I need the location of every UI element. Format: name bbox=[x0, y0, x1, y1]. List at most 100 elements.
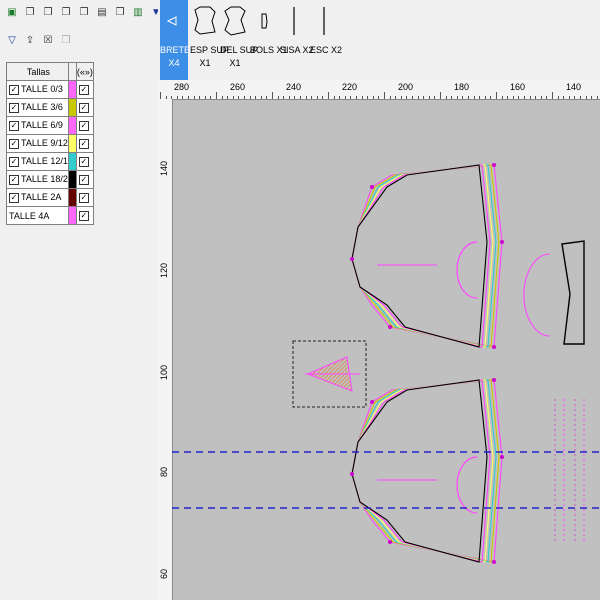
copy-file-icon[interactable]: ❐ bbox=[58, 33, 74, 49]
piece-del-sup[interactable]: DEL SUP X1 bbox=[220, 0, 258, 80]
green-file-icon[interactable]: ▥ bbox=[130, 5, 146, 21]
size-name[interactable]: ✓ TALLE 9/12 bbox=[6, 134, 69, 153]
size-color-swatch[interactable] bbox=[67, 188, 77, 207]
size-checkbox[interactable]: ✓ bbox=[9, 120, 19, 131]
ruler-label: 160 bbox=[510, 82, 526, 92]
size-row[interactable]: ✓ TALLE 12/1 ✓ bbox=[6, 152, 94, 171]
pattern-drawing[interactable] bbox=[172, 99, 600, 600]
size-visible-toggle[interactable]: ✓ bbox=[75, 80, 94, 99]
size-checkbox[interactable]: ✓ bbox=[9, 102, 19, 113]
visible-checkbox[interactable]: ✓ bbox=[78, 138, 89, 149]
size-color-swatch[interactable] bbox=[67, 152, 77, 171]
pattern-node[interactable] bbox=[492, 345, 496, 349]
pattern-canvas[interactable]: 280 260 240 220 200 180 160 140 140 120 100 80 60 bbox=[158, 80, 600, 600]
size-checkbox[interactable]: ✓ bbox=[9, 138, 19, 149]
pattern-node[interactable] bbox=[370, 185, 374, 189]
pattern-node[interactable] bbox=[500, 455, 504, 459]
piece-strip: BRETEL X4 ESP SUP X1 DEL SUP X1 BOLS X1 SISA X2… bbox=[158, 0, 600, 81]
size-row[interactable]: TALLE 4A ✓ bbox=[6, 206, 94, 225]
piece-label: BRETEL bbox=[160, 45, 196, 55]
size-row[interactable]: ✓ TALLE 18/2 ✓ bbox=[6, 170, 94, 189]
ruler-label: 100 bbox=[159, 365, 169, 381]
size-name[interactable]: ✓ TALLE 6/9 bbox=[6, 116, 69, 135]
piece-bretel[interactable]: BRETEL X4 bbox=[160, 0, 196, 80]
size-checkbox[interactable]: ✓ bbox=[9, 174, 19, 185]
pattern-node[interactable] bbox=[492, 378, 496, 382]
size-checkbox[interactable]: ✓ bbox=[9, 156, 19, 167]
pattern-node[interactable] bbox=[350, 257, 354, 261]
size-color-swatch[interactable] bbox=[67, 134, 77, 153]
piece-sisa-x2[interactable]: SISA X2 bbox=[280, 0, 314, 80]
pattern-node[interactable] bbox=[350, 472, 354, 476]
visible-checkbox[interactable]: ✓ bbox=[78, 102, 89, 113]
size-color-swatch[interactable] bbox=[67, 206, 77, 225]
new-file-icon[interactable]: ▣ bbox=[4, 5, 20, 21]
size-row[interactable]: ✓ TALLE 6/9 ✓ bbox=[6, 116, 94, 135]
size-visible-toggle[interactable]: ✓ bbox=[75, 170, 94, 189]
pattern-node[interactable] bbox=[492, 560, 496, 564]
armhole-curve[interactable] bbox=[456, 241, 478, 299]
copy-file-icon[interactable]: ❐ bbox=[40, 5, 56, 21]
piece-bols-x1[interactable]: BOLS X1 bbox=[250, 0, 288, 80]
move-icon[interactable]: ⇪ bbox=[22, 33, 38, 49]
size-checkbox[interactable]: ✓ bbox=[9, 84, 19, 95]
pattern-node[interactable] bbox=[370, 400, 374, 404]
visible-checkbox[interactable]: ✓ bbox=[78, 156, 89, 167]
size-row[interactable]: ✓ TALLE 2A ✓ bbox=[6, 188, 94, 207]
size-color-swatch[interactable] bbox=[67, 80, 77, 99]
pattern-outline[interactable] bbox=[351, 379, 497, 563]
piece-label: BOLS X1 bbox=[250, 45, 288, 55]
size-name[interactable]: ✓ TALLE 0/3 bbox=[6, 80, 69, 99]
pattern-outline[interactable] bbox=[351, 164, 503, 348]
pattern-node[interactable] bbox=[492, 163, 496, 167]
size-name[interactable]: ✓ TALLE 3/6 bbox=[6, 98, 69, 117]
size-row[interactable]: ✓ TALLE 0/3 ✓ bbox=[6, 80, 94, 99]
visible-checkbox[interactable]: ✓ bbox=[78, 174, 89, 185]
piece-esc-x2[interactable]: ESC X2 bbox=[310, 0, 342, 80]
size-visible-toggle[interactable]: ✓ bbox=[75, 116, 94, 135]
size-color-swatch[interactable] bbox=[67, 170, 77, 189]
size-checkbox[interactable]: ✓ bbox=[9, 192, 19, 203]
copy-file-icon[interactable]: ❐ bbox=[112, 5, 128, 21]
size-color-swatch[interactable] bbox=[67, 116, 77, 135]
size-visible-toggle[interactable]: ✓ bbox=[75, 152, 94, 171]
image-file-icon[interactable]: ▤ bbox=[94, 5, 110, 21]
pattern-node[interactable] bbox=[388, 540, 392, 544]
copy-file-icon[interactable]: ❐ bbox=[58, 5, 74, 21]
toolbar-row-2: ▽ ⇪ ☒ ❐ bbox=[4, 32, 74, 50]
pattern-outline[interactable] bbox=[351, 379, 500, 563]
size-name[interactable]: ✓ TALLE 12/1 bbox=[6, 152, 69, 171]
pattern-outline[interactable] bbox=[351, 379, 503, 563]
visible-checkbox[interactable]: ✓ bbox=[78, 120, 89, 131]
size-visible-toggle[interactable]: ✓ bbox=[75, 134, 94, 153]
armhole-curve[interactable] bbox=[456, 456, 478, 514]
filter-icon[interactable]: ▽ bbox=[4, 33, 20, 49]
size-name[interactable]: TALLE 4A bbox=[6, 206, 69, 225]
visible-checkbox[interactable]: ✓ bbox=[78, 84, 89, 95]
ruler-label: 280 bbox=[174, 82, 190, 92]
visible-checkbox[interactable]: ✓ bbox=[78, 210, 89, 221]
size-row[interactable]: ✓ TALLE 3/6 ✓ bbox=[6, 98, 94, 117]
pattern-node[interactable] bbox=[500, 240, 504, 244]
size-name[interactable]: ✓ TALLE 2A bbox=[6, 188, 69, 207]
copy-file-icon[interactable]: ❐ bbox=[22, 5, 38, 21]
pattern-outline[interactable] bbox=[351, 164, 500, 348]
side-piece-curve[interactable] bbox=[523, 253, 551, 337]
left-panel: ▣ ❐ ❐ ❐ ❐ ▤ ❐ ▥ ▼ ▽ ⇪ ☒ ❐ Tallas («») ✓ TALLE 0/3 ✓ ✓ T… bbox=[0, 0, 161, 600]
side-piece[interactable] bbox=[561, 240, 585, 345]
size-visible-toggle[interactable]: ✓ bbox=[75, 188, 94, 207]
visible-checkbox[interactable]: ✓ bbox=[78, 192, 89, 203]
copy-file-icon[interactable]: ❐ bbox=[76, 5, 92, 21]
size-name[interactable]: ✓ TALLE 18/2 bbox=[6, 170, 69, 189]
pattern-node[interactable] bbox=[388, 325, 392, 329]
piece-esp-sup[interactable]: ESP SUP X1 bbox=[190, 0, 229, 80]
size-visible-toggle[interactable]: ✓ bbox=[75, 98, 94, 117]
ruler-label: 240 bbox=[286, 82, 302, 92]
size-color-swatch[interactable] bbox=[67, 98, 77, 117]
size-visible-toggle[interactable]: ✓ bbox=[75, 206, 94, 225]
pattern-outline[interactable] bbox=[351, 164, 497, 348]
piece-thumbnail bbox=[250, 4, 278, 38]
size-row[interactable]: ✓ TALLE 9/12 ✓ bbox=[6, 134, 94, 153]
delete-file-icon[interactable]: ☒ bbox=[40, 33, 56, 49]
sizes-header-visible[interactable]: («») bbox=[75, 62, 94, 81]
